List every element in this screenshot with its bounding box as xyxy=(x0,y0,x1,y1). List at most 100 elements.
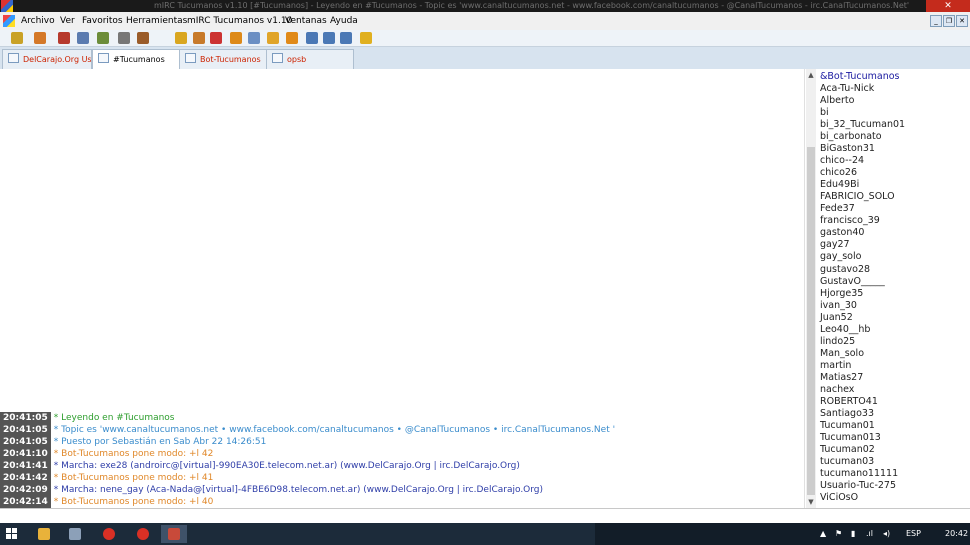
language-indicator[interactable]: ESP xyxy=(906,523,921,545)
nick-item[interactable]: Juan52 xyxy=(820,312,905,324)
nick-item[interactable]: gaston40 xyxy=(820,227,905,239)
clock[interactable]: 20:42 xyxy=(945,523,968,545)
nick-item[interactable]: Usuario-Tuc-275 xyxy=(820,480,905,492)
tab-opsb[interactable]: opsb xyxy=(266,49,354,69)
nick-item[interactable]: gay27 xyxy=(820,239,905,251)
restore-button[interactable]: ❐ xyxy=(943,15,955,27)
sound-icon[interactable] xyxy=(77,32,89,44)
scroll-down-icon[interactable]: ▼ xyxy=(806,496,816,508)
volume-icon[interactable]: ◂) xyxy=(883,523,890,545)
nick-item[interactable]: Edu49Bi xyxy=(820,179,905,191)
nick-item[interactable]: Aca-Tu-Nick xyxy=(820,83,905,95)
nick-item[interactable]: gustavo28 xyxy=(820,264,905,276)
taskbar-button[interactable] xyxy=(62,525,88,543)
message-timestamp: 20:41:41 xyxy=(0,460,51,472)
folder-lock-icon[interactable] xyxy=(175,32,187,44)
people-icon[interactable] xyxy=(230,32,242,44)
tile-horizontal-icon[interactable] xyxy=(306,32,318,44)
nick-item[interactable]: Hjorge35 xyxy=(820,288,905,300)
menu-ayuda[interactable]: Ayuda xyxy=(330,12,358,30)
nick-item[interactable]: Santiago33 xyxy=(820,408,905,420)
users-icon[interactable] xyxy=(193,32,205,44)
books-icon[interactable] xyxy=(137,32,149,44)
tile-vertical-icon[interactable] xyxy=(323,32,335,44)
menu-favoritos[interactable]: Favoritos xyxy=(82,12,123,30)
nick-item[interactable]: tucuman03 xyxy=(820,456,905,468)
nick-item[interactable]: gay_solo xyxy=(820,251,905,263)
nick-item[interactable]: &Bot-Tucumanos xyxy=(820,71,905,83)
menu-archivo[interactable]: Archivo xyxy=(21,12,55,30)
nick-item[interactable]: Alberto xyxy=(820,95,905,107)
nick-item[interactable]: ViCiOsO xyxy=(820,492,905,504)
menu-ver[interactable]: Ver xyxy=(60,12,75,30)
help-icon[interactable] xyxy=(360,32,372,44)
nick-item[interactable]: ROBERTO41 xyxy=(820,396,905,408)
nick-item[interactable]: nachex xyxy=(820,384,905,396)
window-title: mIRC Tucumanos v1.10 [#Tucumanos] - Leye… xyxy=(154,1,910,10)
nick-item[interactable]: ivan_30 xyxy=(820,300,905,312)
nick-item[interactable]: francisco_39 xyxy=(820,215,905,227)
minimize-button[interactable]: _ xyxy=(930,15,942,27)
nick-item[interactable]: Tucuman013 xyxy=(820,432,905,444)
search-user-icon[interactable] xyxy=(248,32,260,44)
settings-icon[interactable] xyxy=(118,32,130,44)
nick-item[interactable]: GustavO_____ xyxy=(820,276,905,288)
nick-item[interactable]: martin xyxy=(820,360,905,372)
nick-item[interactable]: chico--24 xyxy=(820,155,905,167)
channel-message-area[interactable]: 20:41:05 * Leyendo en #Tucumanos 20:41:05 *… xyxy=(0,69,805,508)
tab-bot-tucumanos[interactable]: Bot-Tucumanos xyxy=(179,49,267,69)
nick-item[interactable]: bi xyxy=(820,107,905,119)
nick-item[interactable]: Man_solo xyxy=(820,348,905,360)
scrollbar-thumb[interactable] xyxy=(807,147,815,495)
notepad-app-icon xyxy=(69,528,81,540)
nick-item[interactable]: lindo25 xyxy=(820,336,905,348)
nick-item[interactable]: Tucuman01 xyxy=(820,420,905,432)
scroll-up-icon[interactable]: ▲ xyxy=(806,69,816,81)
windows-start-icon[interactable] xyxy=(6,528,18,540)
message-input[interactable] xyxy=(2,510,962,521)
nick-item[interactable]: Leo40__hb xyxy=(820,324,905,336)
tab-tucumanos-channel[interactable]: #Tucumanos xyxy=(92,49,180,69)
app-icon[interactable] xyxy=(1,0,13,12)
user-add-icon[interactable] xyxy=(210,32,222,44)
taskbar-button[interactable] xyxy=(130,525,156,543)
message-text: * Bot-Tucumanos pone modo: +l 40 xyxy=(53,497,214,507)
nick-item[interactable]: Matias27 xyxy=(820,372,905,384)
cascade-icon[interactable] xyxy=(340,32,352,44)
message-timestamp: 20:42:14 xyxy=(0,496,51,508)
send-icon[interactable] xyxy=(267,32,279,44)
signal-icon[interactable]: .ıl xyxy=(866,523,873,545)
query-window-icon xyxy=(185,53,196,63)
message-timestamp: 20:41:10 xyxy=(0,448,51,460)
receive-icon[interactable] xyxy=(286,32,298,44)
menu-ventanas[interactable]: Ventanas xyxy=(285,12,327,30)
wand-icon[interactable] xyxy=(11,32,23,44)
nick-item[interactable]: FABRICIO_SOLO xyxy=(820,191,905,203)
nick-item[interactable]: Tucuman02 xyxy=(820,444,905,456)
tab-delcarajo-status[interactable]: DelCarajo.Org Usu... xyxy=(2,49,92,69)
notepad-icon[interactable] xyxy=(97,32,109,44)
menu-herramientas[interactable]: Herramientas xyxy=(126,12,187,30)
heart-icon[interactable] xyxy=(58,32,70,44)
nick-item[interactable]: BiGaston31 xyxy=(820,143,905,155)
message-line: 20:41:05 * Puesto por Sebastián en Sab Ab… xyxy=(0,436,805,448)
nick-item[interactable]: tucumano11111 xyxy=(820,468,905,480)
taskbar-button[interactable] xyxy=(96,525,122,543)
nicklist-scrollbar[interactable]: ▲ ▼ xyxy=(806,69,816,508)
nick-item[interactable]: Fede37 xyxy=(820,203,905,215)
home-icon[interactable] xyxy=(34,32,46,44)
taskbar-button[interactable] xyxy=(161,525,187,543)
close-mdi-button[interactable]: ✕ xyxy=(956,15,968,27)
mirc-icon[interactable] xyxy=(3,15,15,27)
nick-item[interactable]: bi_32_Tucuman01 xyxy=(820,119,905,131)
network-icon[interactable]: ▮ xyxy=(851,523,855,545)
message-text: * Marcha: exe28 (androirc@[virtual]-990E… xyxy=(53,461,520,471)
menu-mirc-tucumanos[interactable]: mIRC Tucumanos v1.10 xyxy=(187,12,292,30)
flag-icon[interactable]: ⚑ xyxy=(835,523,842,545)
nick-item[interactable]: bi_carbonato xyxy=(820,131,905,143)
nick-item[interactable]: chico26 xyxy=(820,167,905,179)
taskbar-button[interactable] xyxy=(31,525,57,543)
close-window-button[interactable]: ✕ xyxy=(926,0,970,12)
nick-list[interactable]: ▲ ▼ &Bot-Tucumanos Aca-Tu-Nick Alberto bi bi… xyxy=(804,69,970,508)
show-hidden-icons-icon[interactable]: ▲ xyxy=(820,523,826,545)
